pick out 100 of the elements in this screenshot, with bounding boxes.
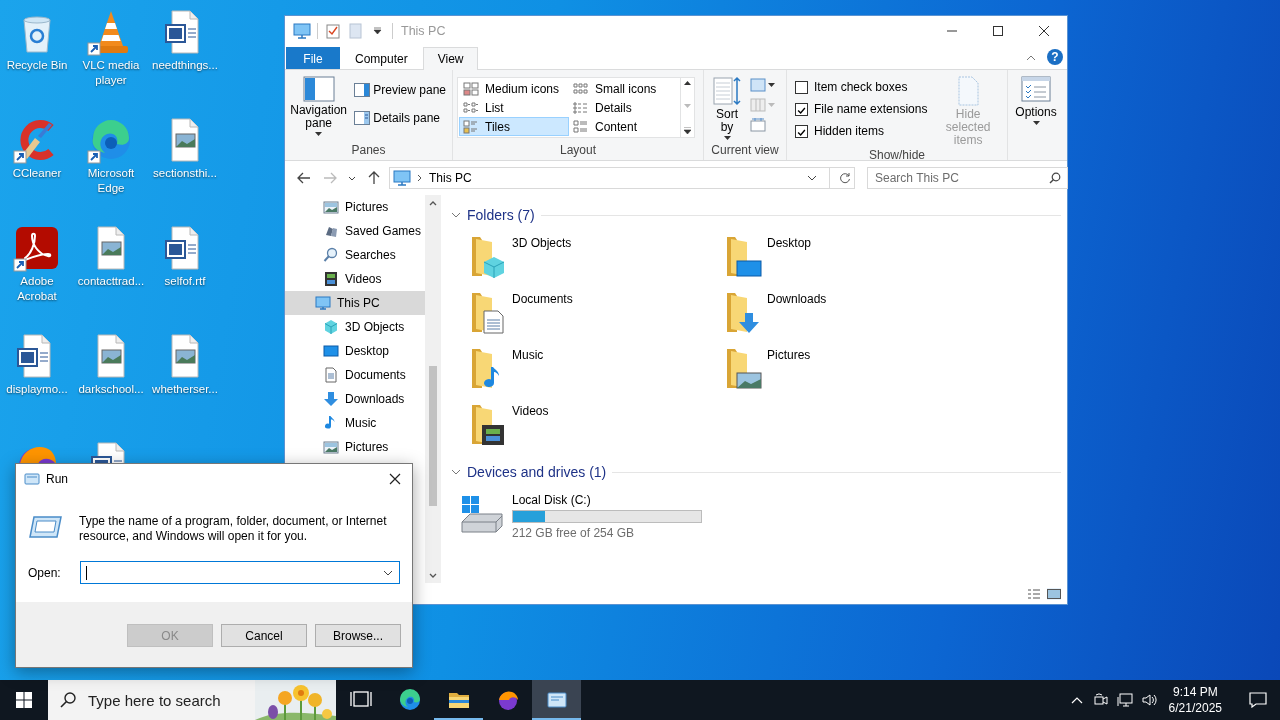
- group-label: Panes: [350, 142, 387, 159]
- drive-usage: 212 GB free of 254 GB: [512, 526, 636, 540]
- checklist-icon: [325, 23, 341, 39]
- folder-item[interactable]: Downloads: [719, 287, 974, 343]
- layout-option[interactable]: Details: [569, 98, 679, 117]
- folder-item[interactable]: Music: [464, 343, 719, 399]
- film-icon: [323, 271, 339, 287]
- folder-item[interactable]: Desktop: [719, 231, 974, 287]
- checkbox-label[interactable]: Hidden items: [814, 124, 885, 138]
- scroll-down-icon[interactable]: [429, 573, 437, 578]
- group-label: Current view: [710, 142, 780, 159]
- caret-icon: [315, 132, 323, 136]
- dialog-message: Type the name of a program, folder, document, or Internet resource, and Windows will open it for you.: [79, 514, 388, 544]
- nav-item[interactable]: Documents: [285, 363, 425, 387]
- pdf-icon[interactable]: [13, 224, 61, 272]
- clock-time[interactable]: 9:14 PM: [1172, 684, 1218, 700]
- sort-icon: [712, 76, 742, 106]
- nav-item[interactable]: Pictures: [285, 195, 425, 219]
- open-field[interactable]: [80, 561, 400, 584]
- options-icon: [1021, 76, 1051, 104]
- nav-item[interactable]: Music: [285, 411, 425, 435]
- ribbon-tab[interactable]: File: [286, 47, 340, 69]
- volume-icon: [1140, 692, 1157, 708]
- computer-button[interactable]: [291, 20, 313, 42]
- clock-date[interactable]: 6/21/2025: [1168, 700, 1222, 716]
- computer-icon: [315, 295, 331, 311]
- search-icon: [323, 247, 339, 263]
- up-arrow-icon: [368, 171, 380, 185]
- camera-icon: [1092, 692, 1109, 708]
- drive-name[interactable]: Local Disk (C:): [512, 493, 702, 507]
- checkbox-label[interactable]: Item check boxes: [814, 80, 908, 94]
- down-arrow-icon: [323, 391, 339, 407]
- picture-icon: [323, 439, 339, 455]
- chevron-down-icon[interactable]: [451, 210, 461, 220]
- nav-item[interactable]: This PC: [285, 291, 425, 315]
- dialog-button[interactable]: Cancel: [221, 624, 307, 647]
- scroll-up-icon[interactable]: [684, 81, 691, 85]
- more-icon[interactable]: [684, 127, 691, 134]
- search-field[interactable]: Type here to search: [88, 680, 255, 720]
- search-icon[interactable]: [48, 680, 88, 720]
- column-width-icon: [750, 118, 766, 132]
- chevron-up-icon: [1070, 696, 1083, 704]
- scroll-up-icon[interactable]: [429, 201, 437, 206]
- group-by-button[interactable]: [750, 78, 775, 92]
- scrollbar-thumb[interactable]: [429, 366, 437, 506]
- nav-item[interactable]: Saved Games: [285, 219, 425, 243]
- text-cursor: [86, 565, 87, 580]
- preview-pane-icon: [354, 83, 371, 97]
- layout-option[interactable]: Tiles: [459, 117, 569, 136]
- message-icon: [1249, 692, 1267, 708]
- chevron-down-icon[interactable]: [383, 569, 393, 576]
- large-grid-icon: [463, 81, 479, 96]
- chevron-up-icon: [1026, 54, 1036, 61]
- chevron-down-icon[interactable]: [451, 467, 461, 477]
- layout-option[interactable]: Medium icons: [459, 79, 569, 98]
- nav-item[interactable]: 3D Objects: [285, 315, 425, 339]
- run-icon: [28, 514, 62, 540]
- layout-option[interactable]: List: [459, 98, 569, 117]
- layout-option[interactable]: Small icons: [569, 79, 679, 98]
- large-icons-view-button[interactable]: [1047, 587, 1061, 600]
- navigation-pane-button[interactable]: Navigation pane: [289, 76, 349, 136]
- folder-item[interactable]: Videos: [464, 399, 719, 455]
- checkbox-label[interactable]: File name extensions: [814, 102, 928, 116]
- checkbox[interactable]: [795, 102, 808, 116]
- folder-item[interactable]: 3D Objects: [464, 231, 719, 287]
- checkbox[interactable]: [795, 124, 808, 138]
- small-grid-icon: [573, 81, 589, 96]
- nav-item[interactable]: Downloads: [285, 387, 425, 411]
- sort-by-button[interactable]: Sort by: [712, 76, 742, 140]
- help-button[interactable]: ?: [1047, 49, 1063, 65]
- columns-icon: [750, 98, 766, 112]
- run-button[interactable]: [532, 680, 581, 720]
- options-button[interactable]: Options: [1012, 76, 1060, 125]
- chevron-down-icon[interactable]: [807, 175, 817, 181]
- search-field[interactable]: Search This PC: [867, 167, 1068, 189]
- nav-item[interactable]: Searches: [285, 243, 425, 267]
- chevron-right-icon: [417, 174, 423, 182]
- nav-item[interactable]: Desktop: [285, 339, 425, 363]
- dialog-button[interactable]: Browse...: [315, 624, 401, 647]
- section-header[interactable]: Devices and drives (1): [467, 464, 607, 480]
- close-icon: [389, 473, 401, 485]
- section-header[interactable]: Folders (7): [467, 207, 535, 223]
- tiles-icon: [463, 119, 479, 134]
- address-path[interactable]: This PC: [429, 171, 472, 185]
- large-icon-view-icon: [1047, 587, 1061, 600]
- details-pane-button[interactable]: Details pane: [352, 108, 448, 128]
- address-bar[interactable]: This PC: [389, 167, 855, 189]
- preview-pane-button[interactable]: Preview pane: [352, 80, 448, 100]
- page-icon: [347, 23, 363, 39]
- layout-option[interactable]: Content: [569, 117, 679, 136]
- nav-item[interactable]: Videos: [285, 267, 425, 291]
- list-icon: [463, 100, 479, 115]
- checkbox[interactable]: [795, 80, 808, 94]
- folder-item[interactable]: Pictures: [719, 343, 974, 399]
- scrollbar[interactable]: [425, 195, 441, 583]
- ribbon-tab[interactable]: Computer: [340, 47, 423, 69]
- ribbon-tab[interactable]: View: [422, 47, 479, 70]
- folder-item[interactable]: Documents: [464, 287, 719, 343]
- nav-item[interactable]: Pictures: [285, 435, 425, 459]
- caret-icon: [768, 103, 775, 107]
